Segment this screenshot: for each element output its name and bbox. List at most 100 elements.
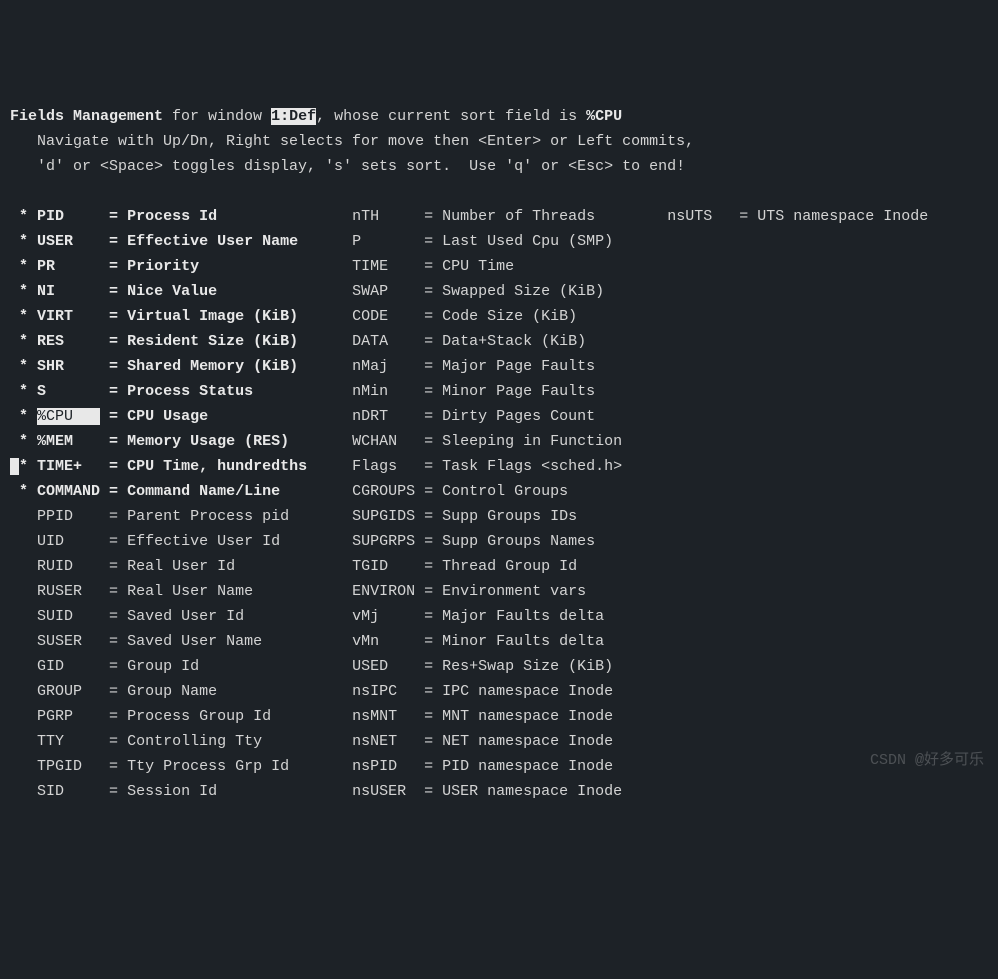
equals: = [100, 358, 127, 375]
field-row[interactable]: RUSER = Real User Name ENVIRON = Environ… [10, 579, 988, 604]
field-row[interactable]: UID = Effective User Id SUPGRPS = Supp G… [10, 529, 988, 554]
equals: = [100, 508, 127, 525]
field-row[interactable]: SUSER = Saved User Name vMn = Minor Faul… [10, 629, 988, 654]
toggle-marker [334, 283, 352, 300]
field-name: ENVIRON [352, 583, 415, 600]
field-row[interactable]: * VIRT = Virtual Image (KiB) CODE = Code… [10, 304, 988, 329]
equals: = [415, 408, 442, 425]
field-row[interactable]: PGRP = Process Group Id nsMNT = MNT name… [10, 704, 988, 729]
toggle-marker [19, 683, 37, 700]
field-row[interactable]: TPGID = Tty Process Grp Id nsPID = PID n… [10, 754, 988, 779]
field-desc: Major Faults delta [442, 608, 622, 625]
field-row[interactable]: * NI = Nice Value SWAP = Swapped Size (K… [10, 279, 988, 304]
field-desc: Thread Group Id [442, 558, 622, 575]
field-row[interactable]: SUID = Saved User Id vMj = Major Faults … [10, 604, 988, 629]
toggle-marker: * [19, 458, 37, 475]
field-row[interactable]: * %MEM = Memory Usage (RES) WCHAN = Slee… [10, 429, 988, 454]
terminal-output[interactable]: Fields Management for window 1:Def, whos… [10, 104, 988, 804]
cursor-cell [10, 483, 19, 500]
field-name: nMaj [352, 358, 415, 375]
toggle-marker [334, 758, 352, 775]
field-row[interactable]: * PID = Process Id nTH = Number of Threa… [10, 204, 988, 229]
field-name: S [37, 383, 100, 400]
field-row[interactable]: * USER = Effective User Name P = Last Us… [10, 229, 988, 254]
toggle-marker [334, 233, 352, 250]
equals: = [100, 533, 127, 550]
field-row[interactable]: * SHR = Shared Memory (KiB) nMaj = Major… [10, 354, 988, 379]
field-name: COMMAND [37, 483, 100, 500]
toggle-marker [334, 683, 352, 700]
toggle-marker [334, 408, 352, 425]
field-desc: Saved User Name [127, 633, 307, 650]
toggle-marker [334, 633, 352, 650]
toggle-marker [19, 508, 37, 525]
cursor-cell [10, 633, 19, 650]
field-name: RES [37, 333, 100, 350]
field-desc: UTS namespace Inode [757, 208, 928, 225]
field-name: nsUSER [352, 783, 415, 800]
field-desc: Process Id [127, 208, 307, 225]
field-name: TIME [352, 258, 415, 275]
field-desc: Priority [127, 258, 307, 275]
field-row[interactable]: * TIME+ = CPU Time, hundredths Flags = T… [10, 454, 988, 479]
equals: = [100, 783, 127, 800]
equals: = [415, 383, 442, 400]
field-desc: Major Page Faults [442, 358, 622, 375]
equals: = [415, 433, 442, 450]
cursor-cell [10, 533, 19, 550]
field-desc: Data+Stack (KiB) [442, 333, 622, 350]
field-desc: Memory Usage (RES) [127, 433, 307, 450]
equals: = [100, 433, 127, 450]
field-row[interactable]: * %CPU = CPU Usage nDRT = Dirty Pages Co… [10, 404, 988, 429]
field-desc: Process Group Id [127, 708, 307, 725]
toggle-marker [334, 658, 352, 675]
toggle-marker [334, 508, 352, 525]
field-row[interactable]: SID = Session Id nsUSER = USER namespace… [10, 779, 988, 804]
toggle-marker [19, 633, 37, 650]
toggle-marker [19, 733, 37, 750]
field-row[interactable]: * PR = Priority TIME = CPU Time [10, 254, 988, 279]
field-row[interactable]: * RES = Resident Size (KiB) DATA = Data+… [10, 329, 988, 354]
equals: = [100, 633, 127, 650]
field-name: Flags [352, 458, 415, 475]
field-row[interactable]: GROUP = Group Name nsIPC = IPC namespace… [10, 679, 988, 704]
field-row[interactable]: RUID = Real User Id TGID = Thread Group … [10, 554, 988, 579]
field-desc: Minor Page Faults [442, 383, 622, 400]
toggle-marker: * [19, 233, 37, 250]
cursor-cell [10, 258, 19, 275]
field-name: nsMNT [352, 708, 415, 725]
field-name: PR [37, 258, 100, 275]
field-desc: Saved User Id [127, 608, 307, 625]
toggle-marker [19, 583, 37, 600]
equals: = [415, 458, 442, 475]
cursor-cell [10, 433, 19, 450]
toggle-marker [334, 708, 352, 725]
field-name: TGID [352, 558, 415, 575]
equals: = [100, 458, 127, 475]
equals: = [415, 508, 442, 525]
equals: = [415, 208, 442, 225]
field-name: PID [37, 208, 100, 225]
toggle-marker [334, 383, 352, 400]
field-name: %CPU [37, 408, 100, 425]
field-desc: Res+Swap Size (KiB) [442, 658, 622, 675]
field-name: CODE [352, 308, 415, 325]
field-desc: IPC namespace Inode [442, 683, 622, 700]
field-row[interactable]: GID = Group Id USED = Res+Swap Size (KiB… [10, 654, 988, 679]
equals: = [415, 733, 442, 750]
toggle-marker [334, 358, 352, 375]
field-name: SUPGRPS [352, 533, 415, 550]
field-row[interactable]: * S = Process Status nMin = Minor Page F… [10, 379, 988, 404]
toggle-marker: * [19, 283, 37, 300]
field-row[interactable]: PPID = Parent Process pid SUPGIDS = Supp… [10, 504, 988, 529]
field-row[interactable]: TTY = Controlling Tty nsNET = NET namesp… [10, 729, 988, 754]
equals: = [415, 783, 442, 800]
equals: = [100, 258, 127, 275]
equals: = [100, 708, 127, 725]
field-name: SUSER [37, 633, 100, 650]
toggle-marker [334, 483, 352, 500]
toggle-marker [19, 533, 37, 550]
equals: = [100, 658, 127, 675]
equals: = [415, 358, 442, 375]
field-row[interactable]: * COMMAND = Command Name/Line CGROUPS = … [10, 479, 988, 504]
